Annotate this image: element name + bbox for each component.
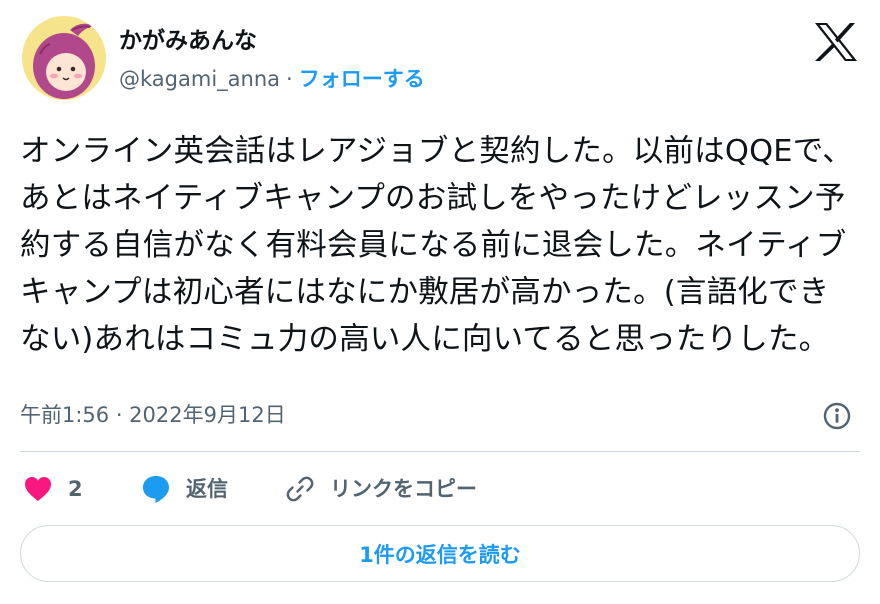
display-name[interactable]: かがみあんな [119, 26, 257, 56]
heart-icon [25, 477, 51, 501]
like-count: 2 [68, 477, 83, 501]
copy-link-label: リンクをコピー [330, 477, 477, 501]
x-logo-icon[interactable] [814, 22, 858, 62]
like-button[interactable]: 2 [22, 472, 83, 506]
avatar[interactable] [22, 16, 106, 100]
divider [20, 451, 860, 452]
separator-dot: · [286, 67, 293, 91]
link-icon [286, 476, 314, 502]
read-replies-label: 1件の返信を読む [359, 542, 521, 567]
tweet-timestamp[interactable]: 午前1:56 · 2022年9月12日 [20, 400, 286, 430]
reply-bubble-icon [143, 476, 169, 503]
copy-link-button[interactable]: リンクをコピー [284, 472, 477, 506]
info-icon[interactable] [822, 401, 852, 431]
tweet-text: オンライン英会話はレアジョブと契約した。以前はQQEで、あとはネイティブキャンプ… [20, 134, 853, 357]
reply-label: 返信 [186, 477, 228, 501]
follow-button[interactable]: フォローする [299, 67, 425, 91]
user-handle[interactable]: @kagami_anna [119, 67, 280, 91]
read-replies-button[interactable]: 1件の返信を読む [20, 525, 860, 582]
handle-row: @kagami_anna · フォローする [119, 64, 425, 94]
sweet-potato-avatar-icon [22, 16, 106, 100]
reply-button[interactable]: 返信 [140, 472, 228, 506]
